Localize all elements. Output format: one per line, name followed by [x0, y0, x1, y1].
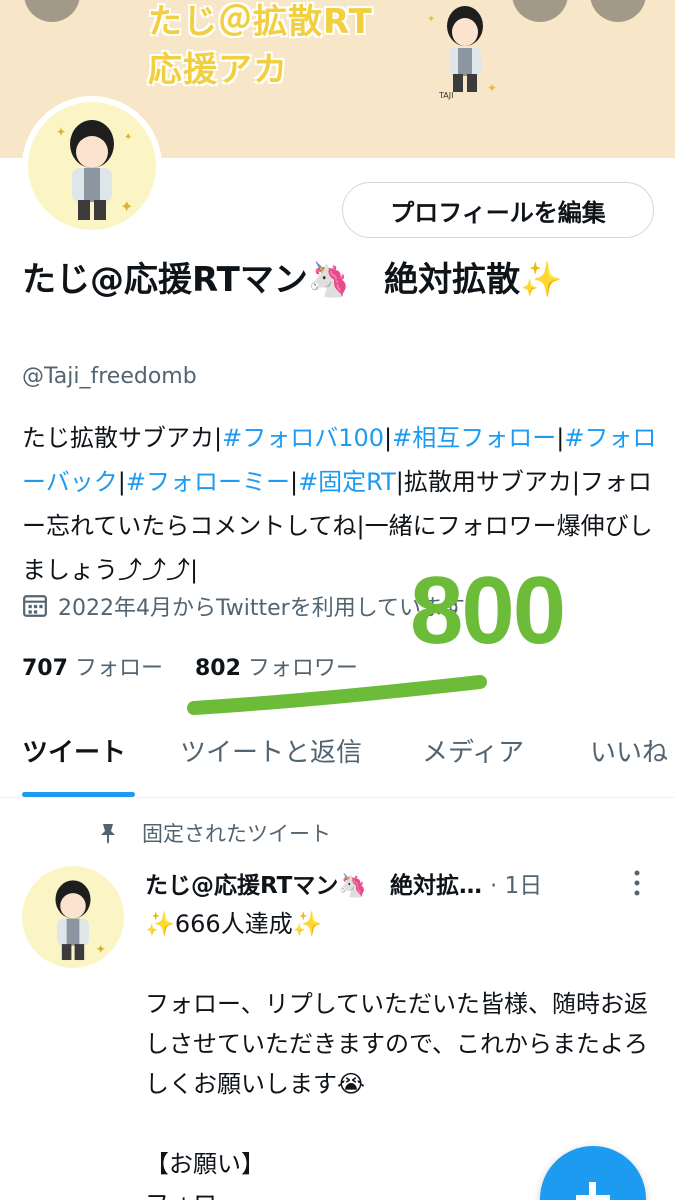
handwritten-annotation: 800: [410, 557, 566, 664]
tweet-author-avatar[interactable]: ✦: [22, 866, 124, 968]
svg-text:✦: ✦: [487, 81, 497, 95]
svg-text:✦: ✦: [95, 943, 106, 958]
back-button[interactable]: [24, 0, 80, 22]
avatar-illustration: ✦ ✦ ✦: [56, 120, 133, 220]
banner-char-label: TAJI: [438, 91, 453, 100]
profile-bio: たじ拡散サブアカ|#フォロバ100|#相互フォロー|#フォローバック|#フォロー…: [22, 424, 657, 584]
banner-title-line2: 応援アカ: [148, 50, 288, 90]
tab-tweets[interactable]: ツイート: [22, 732, 126, 769]
svg-text:✦: ✦: [427, 14, 435, 25]
hashtag-link[interactable]: #フォロバ100: [222, 424, 384, 452]
calendar-icon: [23, 595, 47, 617]
hashtag-link[interactable]: #固定RT: [298, 468, 396, 496]
active-tab-indicator: [22, 792, 135, 797]
following-link[interactable]: 707 フォロー: [22, 650, 163, 682]
tweet-header: たじ@応援RTマン🦄 絶対拡… · 1日: [145, 866, 665, 900]
joined-date: 2022年4月からTwitterを利用しています: [22, 590, 465, 622]
character-illustration: TAJI ✦ ✦: [427, 6, 497, 100]
more-options-button[interactable]: [590, 0, 646, 22]
tweet-timestamp[interactable]: · 1日: [490, 866, 542, 900]
display-name: たじ@応援RTマン🦄 絶対拡散✨: [22, 260, 563, 300]
hashtag-link[interactable]: #相互フォロー: [392, 424, 556, 452]
search-button[interactable]: [512, 0, 568, 22]
profile-tabs: ツイート ツイートと返信 メディア いいね: [0, 720, 675, 798]
svg-text:✦: ✦: [124, 132, 132, 143]
hashtag-link[interactable]: #フォローミー: [126, 468, 290, 496]
pin-icon: [101, 824, 115, 844]
tab-media[interactable]: メディア: [422, 732, 524, 769]
svg-text:✦: ✦: [120, 197, 133, 216]
profile-avatar[interactable]: ✦ ✦ ✦: [22, 96, 162, 236]
more-options-icon[interactable]: [630, 868, 644, 898]
edit-profile-button[interactable]: プロフィールを編集: [342, 182, 654, 238]
banner-title-line1: たじ＠拡散RT: [148, 2, 373, 42]
svg-text:✦: ✦: [56, 125, 66, 139]
avatar-illustration: ✦: [55, 880, 106, 961]
tweet-author-name[interactable]: たじ@応援RTマン🦄 絶対拡…: [145, 866, 482, 900]
tab-likes[interactable]: いいね: [590, 732, 668, 769]
pinned-indicator: 固定されたツイート: [96, 818, 331, 848]
user-handle: @Taji_freedomb: [22, 364, 197, 389]
tab-tweets-replies[interactable]: ツイートと返信: [180, 732, 362, 769]
